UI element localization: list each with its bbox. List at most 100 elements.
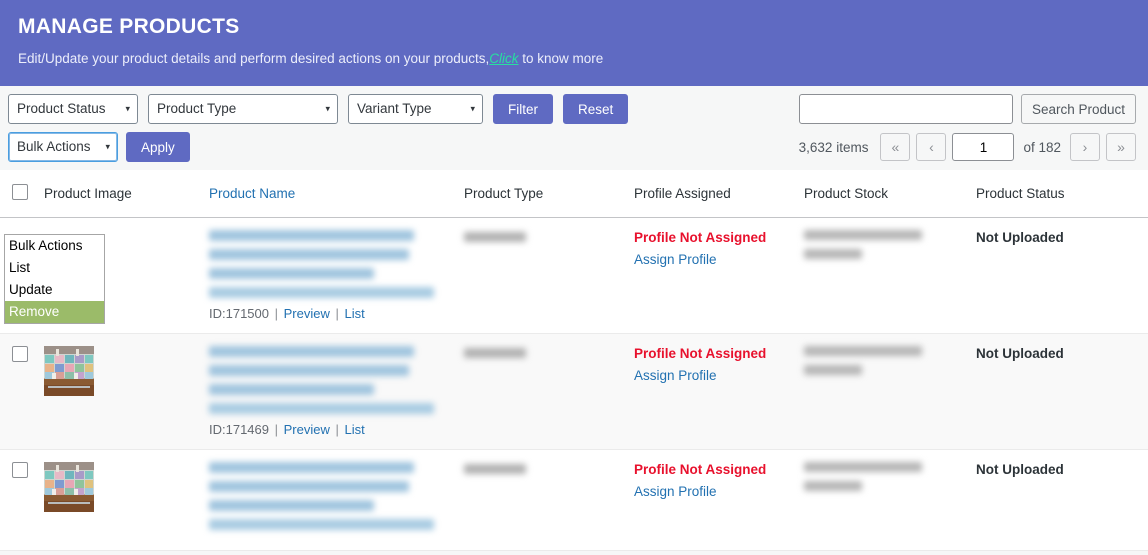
page-subtitle: Edit/Update your product details and per… bbox=[18, 50, 1130, 68]
row-type-cell bbox=[464, 333, 634, 450]
search-and-pagination: Search Product 3,632 items « ‹ of 182 › … bbox=[799, 94, 1136, 161]
row-profile-cell: Profile Not Assigned Assign Profile bbox=[634, 333, 804, 450]
product-type-select-wrap: Product Type ▾ bbox=[148, 94, 338, 124]
product-thumbnail[interactable] bbox=[44, 462, 94, 512]
current-page-input[interactable] bbox=[952, 133, 1015, 161]
product-type-redacted bbox=[464, 348, 526, 358]
filters-toolbar: Product Status ▾ Product Type ▾ Variant … bbox=[0, 86, 1148, 170]
header-product-stock: Product Stock bbox=[804, 170, 976, 218]
header-product-status: Product Status bbox=[976, 170, 1148, 218]
products-table-head: Product Image Product Name Product Type … bbox=[0, 170, 1148, 218]
header-product-image: Product Image bbox=[44, 170, 209, 218]
row-checkbox[interactable] bbox=[12, 346, 28, 362]
row-profile-cell: Profile Not Assigned Assign Profile bbox=[634, 217, 804, 334]
table-row: ID:171469 | Preview | List Profile Not A… bbox=[0, 333, 1148, 450]
next-page-button[interactable]: › bbox=[1070, 133, 1100, 161]
row-status-cell: Not Uploaded bbox=[976, 449, 1148, 551]
product-name-redacted bbox=[209, 462, 464, 530]
table-header-row: Product Image Product Name Product Type … bbox=[0, 170, 1148, 218]
row-select-cell bbox=[0, 333, 44, 450]
products-table: Product Image Product Name Product Type … bbox=[0, 170, 1148, 551]
assign-profile-link[interactable]: Assign Profile bbox=[634, 484, 717, 499]
row-stock-cell bbox=[804, 217, 976, 334]
filter-button[interactable]: Filter bbox=[493, 94, 553, 124]
header-product-name-link[interactable]: Product Name bbox=[209, 186, 295, 201]
subtitle-text-after: to know more bbox=[518, 51, 604, 66]
reset-button[interactable]: Reset bbox=[563, 94, 629, 124]
product-type-redacted bbox=[464, 464, 526, 474]
total-pages-label: of 182 bbox=[1023, 139, 1061, 155]
product-stock-redacted bbox=[804, 346, 976, 375]
row-type-cell bbox=[464, 449, 634, 551]
header-profile-assigned: Profile Assigned bbox=[634, 170, 804, 218]
row-meta-links: ID:171500 | Preview | List bbox=[209, 306, 365, 321]
table-row: Profile Not Assigned Assign Profile Not … bbox=[0, 449, 1148, 551]
variant-type-select-wrap: Variant Type ▾ bbox=[348, 94, 483, 124]
row-image-cell bbox=[44, 333, 209, 450]
product-type-select[interactable]: Product Type bbox=[148, 94, 338, 124]
first-page-button[interactable]: « bbox=[880, 133, 911, 161]
product-stock-redacted bbox=[804, 462, 976, 491]
profile-status-label: Profile Not Assigned bbox=[634, 230, 767, 245]
preview-link[interactable]: Preview bbox=[284, 306, 330, 321]
assign-profile-link[interactable]: Assign Profile bbox=[634, 368, 717, 383]
product-name-redacted bbox=[209, 230, 464, 298]
previous-page-button[interactable]: ‹ bbox=[916, 133, 947, 161]
select-all-checkbox[interactable] bbox=[12, 184, 28, 200]
search-product-button[interactable]: Search Product bbox=[1020, 94, 1136, 124]
products-table-body: ID:171500 | Preview | List Profile Not A… bbox=[0, 217, 1148, 551]
know-more-link[interactable]: Click bbox=[489, 51, 518, 66]
row-meta-links: ID:171469 | Preview | List bbox=[209, 422, 365, 437]
bulk-actions-select-wrap: Bulk Actions ▾ bbox=[8, 132, 118, 162]
page-banner: MANAGE PRODUCTS Edit/Update your product… bbox=[0, 0, 1148, 86]
row-name-cell bbox=[209, 449, 464, 551]
product-status-label: Not Uploaded bbox=[976, 230, 1064, 245]
product-status-select-wrap: Product Status ▾ bbox=[8, 94, 138, 124]
product-thumbnail[interactable] bbox=[44, 346, 94, 396]
row-name-cell: ID:171500 | Preview | List bbox=[209, 217, 464, 334]
product-status-label: Not Uploaded bbox=[976, 462, 1064, 477]
bulk-actions-option-update[interactable]: Update bbox=[5, 279, 104, 301]
product-status-select[interactable]: Product Status bbox=[8, 94, 138, 124]
product-id-label: ID:171469 bbox=[209, 422, 269, 437]
bulk-actions-select[interactable]: Bulk Actions bbox=[8, 132, 118, 162]
bulk-actions-option-bulk-actions[interactable]: Bulk Actions bbox=[5, 235, 104, 257]
header-product-name[interactable]: Product Name bbox=[209, 170, 464, 218]
search-row: Search Product bbox=[798, 94, 1136, 124]
preview-link[interactable]: Preview bbox=[284, 422, 330, 437]
row-status-cell: Not Uploaded bbox=[976, 333, 1148, 450]
last-page-button[interactable]: » bbox=[1106, 133, 1136, 161]
apply-button[interactable]: Apply bbox=[126, 132, 190, 162]
search-input[interactable] bbox=[798, 94, 1013, 124]
header-product-type: Product Type bbox=[464, 170, 634, 218]
row-status-cell: Not Uploaded bbox=[976, 217, 1148, 334]
subtitle-text-before: Edit/Update your product details and per… bbox=[18, 51, 490, 66]
pagination: 3,632 items « ‹ of 182 › » bbox=[799, 133, 1136, 161]
row-select-cell bbox=[0, 449, 44, 551]
list-link[interactable]: List bbox=[344, 422, 364, 437]
profile-status-label: Profile Not Assigned bbox=[634, 462, 767, 477]
list-link[interactable]: List bbox=[344, 306, 364, 321]
bulk-actions-option-remove[interactable]: Remove bbox=[5, 301, 104, 323]
product-status-label: Not Uploaded bbox=[976, 346, 1064, 361]
product-name-redacted bbox=[209, 346, 464, 414]
items-count-label: 3,632 items bbox=[798, 139, 869, 155]
row-stock-cell bbox=[804, 333, 976, 450]
select-all-header bbox=[0, 170, 44, 218]
row-profile-cell: Profile Not Assigned Assign Profile bbox=[634, 449, 804, 551]
row-checkbox[interactable] bbox=[12, 462, 28, 478]
bulk-actions-dropdown-menu[interactable]: Bulk Actions List Update Remove bbox=[4, 234, 105, 324]
product-id-label: ID:171500 bbox=[209, 306, 269, 321]
profile-status-label: Profile Not Assigned bbox=[634, 346, 767, 361]
table-row: ID:171500 | Preview | List Profile Not A… bbox=[0, 217, 1148, 334]
product-type-redacted bbox=[464, 232, 526, 242]
row-image-cell bbox=[44, 449, 209, 551]
variant-type-select[interactable]: Variant Type bbox=[348, 94, 483, 124]
page-title: MANAGE PRODUCTS bbox=[18, 15, 240, 38]
row-name-cell: ID:171469 | Preview | List bbox=[209, 333, 464, 450]
row-type-cell bbox=[464, 217, 634, 334]
bulk-actions-option-list[interactable]: List bbox=[5, 257, 104, 279]
product-stock-redacted bbox=[804, 230, 976, 259]
row-stock-cell bbox=[804, 449, 976, 551]
assign-profile-link[interactable]: Assign Profile bbox=[634, 252, 717, 267]
